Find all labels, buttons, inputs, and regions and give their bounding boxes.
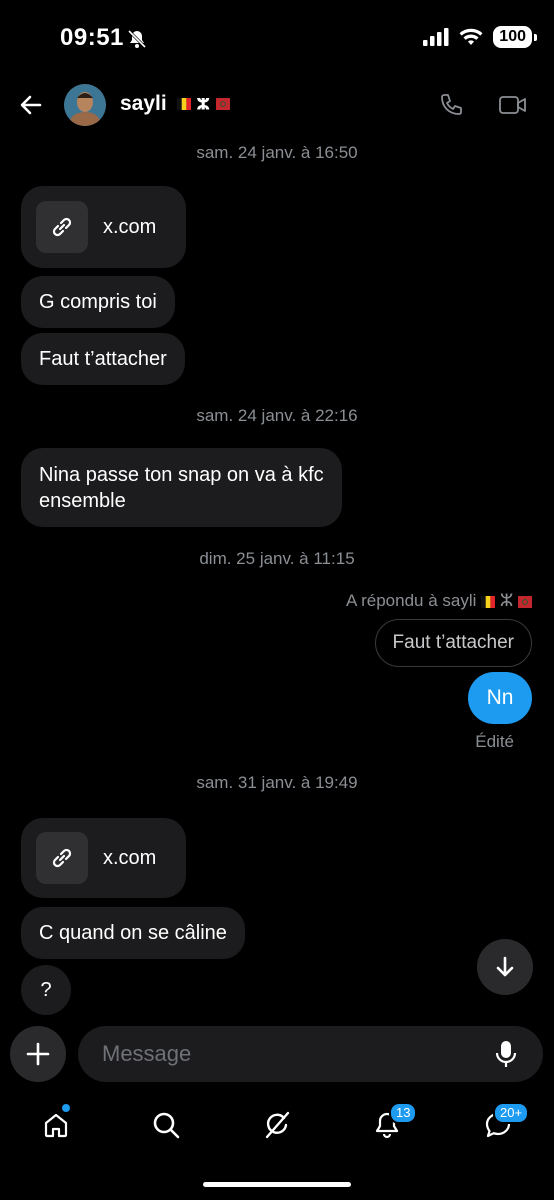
arrow-down-icon bbox=[496, 956, 514, 977]
morocco-flag-icon bbox=[215, 98, 230, 111]
message-bubble[interactable]: ? bbox=[21, 965, 71, 1015]
belgium-flag-icon bbox=[481, 595, 496, 608]
link-icon-container bbox=[36, 832, 88, 884]
link-icon bbox=[52, 217, 72, 237]
scroll-down-button[interactable] bbox=[477, 939, 533, 995]
date-separator: dim. 25 janv. à 11:15 bbox=[199, 549, 355, 568]
bell-muted-icon bbox=[127, 29, 147, 49]
grok-icon bbox=[265, 1111, 290, 1139]
notifications-badge: 13 bbox=[389, 1102, 418, 1124]
reply-info-text: A répondu à sayli bbox=[345, 591, 477, 610]
amazigh-symbol: ⵣ bbox=[196, 96, 211, 114]
message-bubble[interactable]: Nina passe ton snap on va à kfc ensemble bbox=[21, 448, 342, 527]
link-preview-card[interactable]: x.com bbox=[21, 818, 186, 898]
message-line: Nina passe ton snap on va à kfc bbox=[39, 463, 324, 486]
search-icon bbox=[153, 1112, 180, 1139]
reply-info: A répondu à sayli ⵣ bbox=[346, 591, 532, 611]
message-bubble[interactable]: C quand on se câline bbox=[21, 907, 245, 959]
edited-label: Édité bbox=[475, 732, 514, 751]
link-icon-container bbox=[36, 201, 88, 253]
message-input[interactable] bbox=[100, 1040, 484, 1068]
signal-icon bbox=[423, 28, 449, 46]
contact-name-text: sayli bbox=[120, 92, 167, 115]
microphone-icon[interactable] bbox=[494, 1039, 518, 1069]
belgium-flag-icon bbox=[176, 98, 191, 111]
nav-home[interactable] bbox=[31, 1100, 81, 1150]
contact-flags: ⵣ bbox=[176, 92, 230, 115]
link-preview-card[interactable]: x.com bbox=[21, 186, 186, 268]
status-time: 09:51 bbox=[60, 24, 124, 51]
date-separator: sam. 24 janv. à 22:16 bbox=[196, 406, 358, 425]
contact-name[interactable]: sayli ⵣ bbox=[120, 92, 230, 116]
morocco-flag-icon bbox=[518, 595, 532, 608]
date-separator: sam. 31 janv. à 19:49 bbox=[196, 773, 358, 792]
battery-indicator: 100 bbox=[493, 26, 537, 48]
reply-quote[interactable]: Faut t’attacher bbox=[374, 619, 532, 667]
message-bubble[interactable]: G compris toi bbox=[21, 276, 175, 328]
phone-icon[interactable] bbox=[438, 92, 464, 118]
message-bubble[interactable]: Faut t’attacher bbox=[21, 333, 185, 385]
date-separator: sam. 24 janv. à 16:50 bbox=[196, 143, 358, 162]
message-composer[interactable] bbox=[78, 1026, 543, 1082]
message-line: ensemble bbox=[39, 489, 126, 512]
back-arrow-icon[interactable] bbox=[18, 92, 44, 118]
plus-icon bbox=[26, 1042, 50, 1066]
link-icon bbox=[52, 848, 72, 868]
avatar[interactable] bbox=[64, 84, 106, 126]
nav-messages[interactable]: 20+ bbox=[473, 1100, 530, 1150]
home-unread-dot bbox=[62, 1104, 70, 1112]
video-call-icon[interactable] bbox=[498, 92, 528, 118]
nav-grok[interactable] bbox=[252, 1100, 302, 1150]
avatar-image bbox=[64, 84, 106, 126]
link-domain: x.com bbox=[103, 846, 157, 869]
add-attachment-button[interactable] bbox=[10, 1026, 66, 1082]
nav-search[interactable] bbox=[141, 1100, 191, 1150]
home-indicator bbox=[203, 1182, 351, 1187]
status-icons: 100 bbox=[423, 26, 537, 48]
link-domain: x.com bbox=[103, 215, 157, 238]
sent-message-bubble[interactable]: Nn bbox=[468, 672, 532, 724]
messages-badge: 20+ bbox=[493, 1102, 530, 1124]
amazigh-symbol: ⵣ bbox=[499, 591, 514, 610]
bottom-nav: 13 20+ bbox=[0, 1100, 554, 1150]
wifi-icon bbox=[459, 28, 483, 45]
nav-notifications[interactable]: 13 bbox=[362, 1100, 418, 1150]
home-icon bbox=[44, 1113, 68, 1138]
